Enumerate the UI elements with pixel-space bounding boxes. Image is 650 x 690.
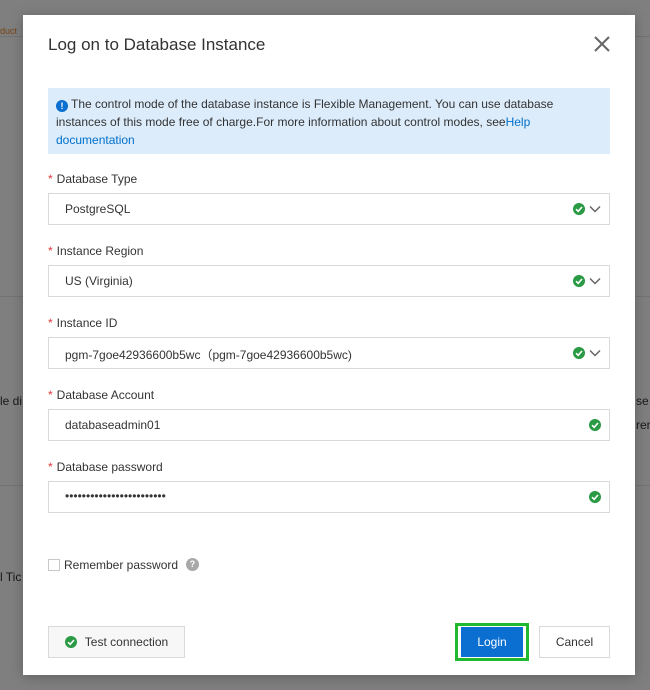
required-marker: * xyxy=(48,316,53,330)
check-circle-icon xyxy=(573,275,585,287)
chevron-down-icon xyxy=(589,205,601,213)
close-button[interactable] xyxy=(591,33,613,55)
database-type-label-text: Database Type xyxy=(56,172,138,186)
instance-id-value: pgm-7goe42936600b5wc（pgm-7goe42936600b5w… xyxy=(65,348,352,362)
instance-region-label: * Instance Region xyxy=(48,244,143,258)
info-icon: ! xyxy=(56,100,68,112)
login-dialog: Log on to Database Instance ! The control… xyxy=(23,15,635,675)
check-circle-icon xyxy=(589,491,601,503)
database-password-value: •••••••••••••••••••••••• xyxy=(65,489,166,503)
info-notice: ! The control mode of the database instan… xyxy=(48,88,610,154)
required-marker: * xyxy=(48,460,53,474)
test-connection-button[interactable]: Test connection xyxy=(48,626,185,658)
database-password-label: * Database password xyxy=(48,460,163,474)
required-marker: * xyxy=(48,388,53,402)
database-account-label: * Database Account xyxy=(48,388,154,402)
close-icon xyxy=(594,36,610,52)
check-circle-icon xyxy=(573,347,585,359)
database-type-label: * Database Type xyxy=(48,172,137,186)
cancel-button[interactable]: Cancel xyxy=(539,626,610,658)
instance-region-value: US (Virginia) xyxy=(65,274,133,288)
chevron-down-icon xyxy=(589,277,601,285)
database-password-input[interactable]: •••••••••••••••••••••••• xyxy=(48,481,610,513)
database-password-label-text: Database password xyxy=(56,460,163,474)
check-circle-icon xyxy=(64,636,77,648)
instance-region-select[interactable]: US (Virginia) xyxy=(48,265,610,297)
check-circle-icon xyxy=(589,419,601,431)
instance-id-label-text: Instance ID xyxy=(56,316,118,330)
required-marker: * xyxy=(48,244,53,258)
instance-region-label-text: Instance Region xyxy=(56,244,144,258)
check-circle-icon xyxy=(573,203,585,215)
instance-id-label: * Instance ID xyxy=(48,316,117,330)
login-button[interactable]: Login xyxy=(461,627,523,657)
database-account-value: databaseadmin01 xyxy=(65,418,161,432)
instance-id-select[interactable]: pgm-7goe42936600b5wc（pgm-7goe42936600b5w… xyxy=(48,337,610,369)
remember-password-checkbox[interactable] xyxy=(48,559,60,571)
database-type-select[interactable]: PostgreSQL xyxy=(48,193,610,225)
test-connection-label: Test connection xyxy=(84,635,169,649)
database-type-value: PostgreSQL xyxy=(65,202,131,216)
database-account-label-text: Database Account xyxy=(56,388,155,402)
notice-text: The control mode of the database instanc… xyxy=(56,97,554,129)
chevron-down-icon xyxy=(589,349,601,357)
required-marker: * xyxy=(48,172,53,186)
question-icon[interactable]: ? xyxy=(186,558,199,571)
dialog-title: Log on to Database Instance xyxy=(48,35,266,54)
remember-password-label[interactable]: Remember password xyxy=(64,558,178,572)
database-account-input[interactable]: databaseadmin01 xyxy=(48,409,610,441)
